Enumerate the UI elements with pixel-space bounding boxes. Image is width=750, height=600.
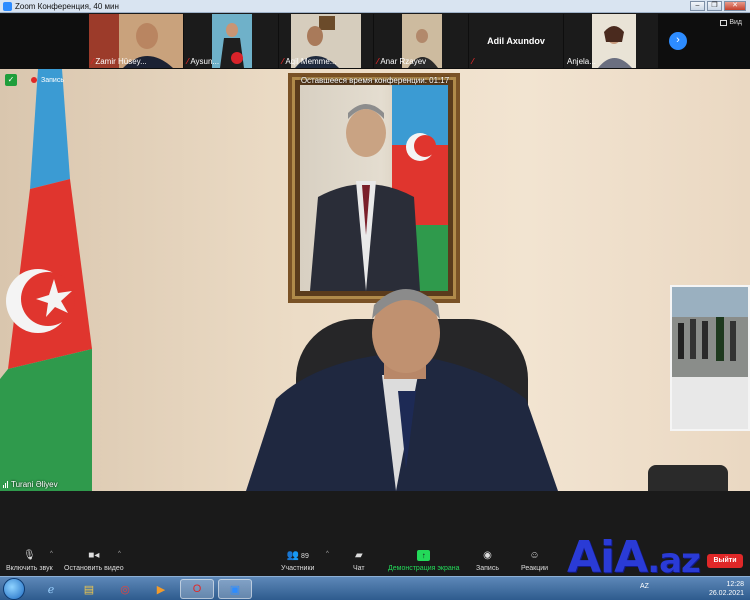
portrait-figure (310, 85, 448, 291)
reactions-button[interactable]: ☺ Реакции (521, 549, 548, 572)
chat-bubble-icon: ▰ (354, 550, 363, 561)
video-options-chevron-icon[interactable]: ^ (118, 551, 121, 557)
chrome-icon[interactable]: ◎ (108, 579, 142, 599)
participants-button[interactable]: 👥 89 Участники (281, 549, 314, 572)
muted-mic-icon: ⁄ (282, 57, 284, 66)
participant-tile[interactable]: ⁄ Aqil Memme... (279, 14, 373, 68)
leave-button[interactable]: Выйти (707, 554, 743, 568)
maximize-button[interactable]: ❐ (707, 1, 722, 11)
meeting-timer: Оставшееся время конференции: 01:17 (300, 76, 450, 85)
unmute-button[interactable]: 🎙 Включить звук (6, 549, 53, 572)
participant-tile[interactable]: ⁄ Aysun... (184, 14, 278, 68)
audio-level-icon (3, 481, 8, 488)
record-icon: ◉ (483, 550, 492, 561)
recording-dot-icon (31, 77, 37, 83)
participants-label: Участники (281, 565, 315, 572)
unmute-label: Включить звук (6, 565, 53, 572)
smiley-plus-icon: ☺ (529, 550, 540, 561)
window-title: Zoom Конференция, 40 мин (15, 1, 119, 11)
stop-video-label: Остановить видео (64, 565, 124, 572)
participant-name: ⁄ Aysun... (187, 57, 220, 66)
record-label: Запись (476, 565, 499, 572)
active-speaker-name: Turani Əliyev (3, 480, 58, 489)
title-bar: Zoom Конференция, 40 мин – ❐ ✕ (0, 0, 750, 13)
system-clock[interactable]: 12:28 26.02.2021 (709, 580, 744, 598)
language-indicator[interactable]: AZ (640, 583, 649, 590)
share-screen-label: Демонстрация экрана (388, 565, 460, 572)
zoom-taskbar-icon[interactable]: ▣ (218, 579, 252, 599)
start-button[interactable] (3, 578, 25, 600)
video-camera-icon: ■◂ (88, 550, 100, 561)
view-label: Вид (729, 19, 742, 26)
participant-name: Anjela... (567, 57, 596, 66)
participant-tile[interactable]: Anjela... (564, 14, 658, 68)
zoom-app-icon (3, 1, 12, 11)
media-player-icon[interactable]: ▶ (144, 579, 178, 599)
participant-tile[interactable]: ⁄ Zamir Hüsey... (89, 14, 183, 68)
wall-photo (670, 285, 750, 431)
clock-date: 26.02.2021 (708, 590, 744, 597)
participant-tile[interactable]: Adil Axundov ⁄ (469, 14, 563, 68)
next-page-button[interactable]: › (669, 32, 687, 50)
grid-view-icon (720, 19, 728, 26)
share-screen-button[interactable]: ↑ Демонстрация экрана (388, 549, 460, 572)
wall-photo-image (672, 287, 748, 429)
record-button[interactable]: ◉ Запись (476, 549, 499, 572)
participant-gallery: ⁄ Zamir Hüsey... ⁄ Aysun... ⁄ Aqil Memme... (0, 14, 750, 69)
muted-mic-icon: ⁄ (377, 57, 379, 66)
muted-mic-icon: ⁄ (187, 57, 189, 66)
participants-options-chevron-icon[interactable]: ^ (326, 551, 329, 557)
chat-label: Чат (353, 565, 365, 572)
window-controls: – ❐ ✕ (690, 1, 746, 11)
participant-tile[interactable]: ⁄ Anar Rzayev (374, 14, 468, 68)
participants-icon: 👥 89 (286, 550, 309, 561)
speaker-figure (246, 289, 558, 491)
audio-options-chevron-icon[interactable]: ^ (50, 551, 53, 557)
stop-video-button[interactable]: ■◂ Остановить видео (64, 549, 124, 572)
muted-mic-icon: ⁄ (92, 57, 94, 66)
participant-name: ⁄ Anar Rzayev (377, 57, 427, 66)
internet-explorer-icon[interactable]: ℯ (34, 579, 68, 599)
minimize-button[interactable]: – (690, 1, 705, 11)
view-button[interactable]: Вид (720, 19, 742, 26)
opera-icon[interactable]: O (180, 579, 214, 599)
close-button[interactable]: ✕ (724, 1, 746, 11)
participant-name: ⁄ Aqil Memme... (282, 57, 337, 66)
file-explorer-icon[interactable]: ▤ (72, 579, 106, 599)
recording-indicator[interactable]: ✓ Запись (5, 74, 64, 86)
portrait-image (300, 85, 448, 291)
framed-portrait (288, 73, 460, 303)
flag-image (0, 69, 92, 491)
chat-button[interactable]: ▰ Чат (353, 549, 365, 572)
security-shield-icon[interactable]: ✓ (5, 74, 17, 86)
speaker-name-label: Turani Əliyev (11, 480, 58, 489)
desk-phone (648, 465, 728, 491)
participants-count: 89 (301, 553, 309, 560)
active-speaker-video: Оставшееся время конференции: 01:17 ✓ За… (0, 69, 750, 491)
participant-name: ⁄ Zamir Hüsey... (92, 57, 147, 66)
participant-name: Adil Axundov (487, 36, 545, 46)
windows-taskbar: ℯ ▤ ◎ ▶ O ▣ AZ 12:28 26.02.2021 (0, 576, 750, 600)
clock-time: 12:28 (726, 581, 744, 588)
recording-label: Запись (41, 76, 64, 84)
participant-mute-indicator: ⁄ (472, 57, 473, 66)
muted-mic-icon: ⁄ (472, 57, 474, 66)
reactions-label: Реакции (521, 565, 549, 572)
zoom-window: Zoom Конференция, 40 мин – ❐ ✕ ⁄ Zamir Hü… (0, 0, 750, 600)
share-screen-icon: ↑ (417, 549, 431, 563)
muted-microphone-icon: 🎙 (22, 550, 36, 561)
